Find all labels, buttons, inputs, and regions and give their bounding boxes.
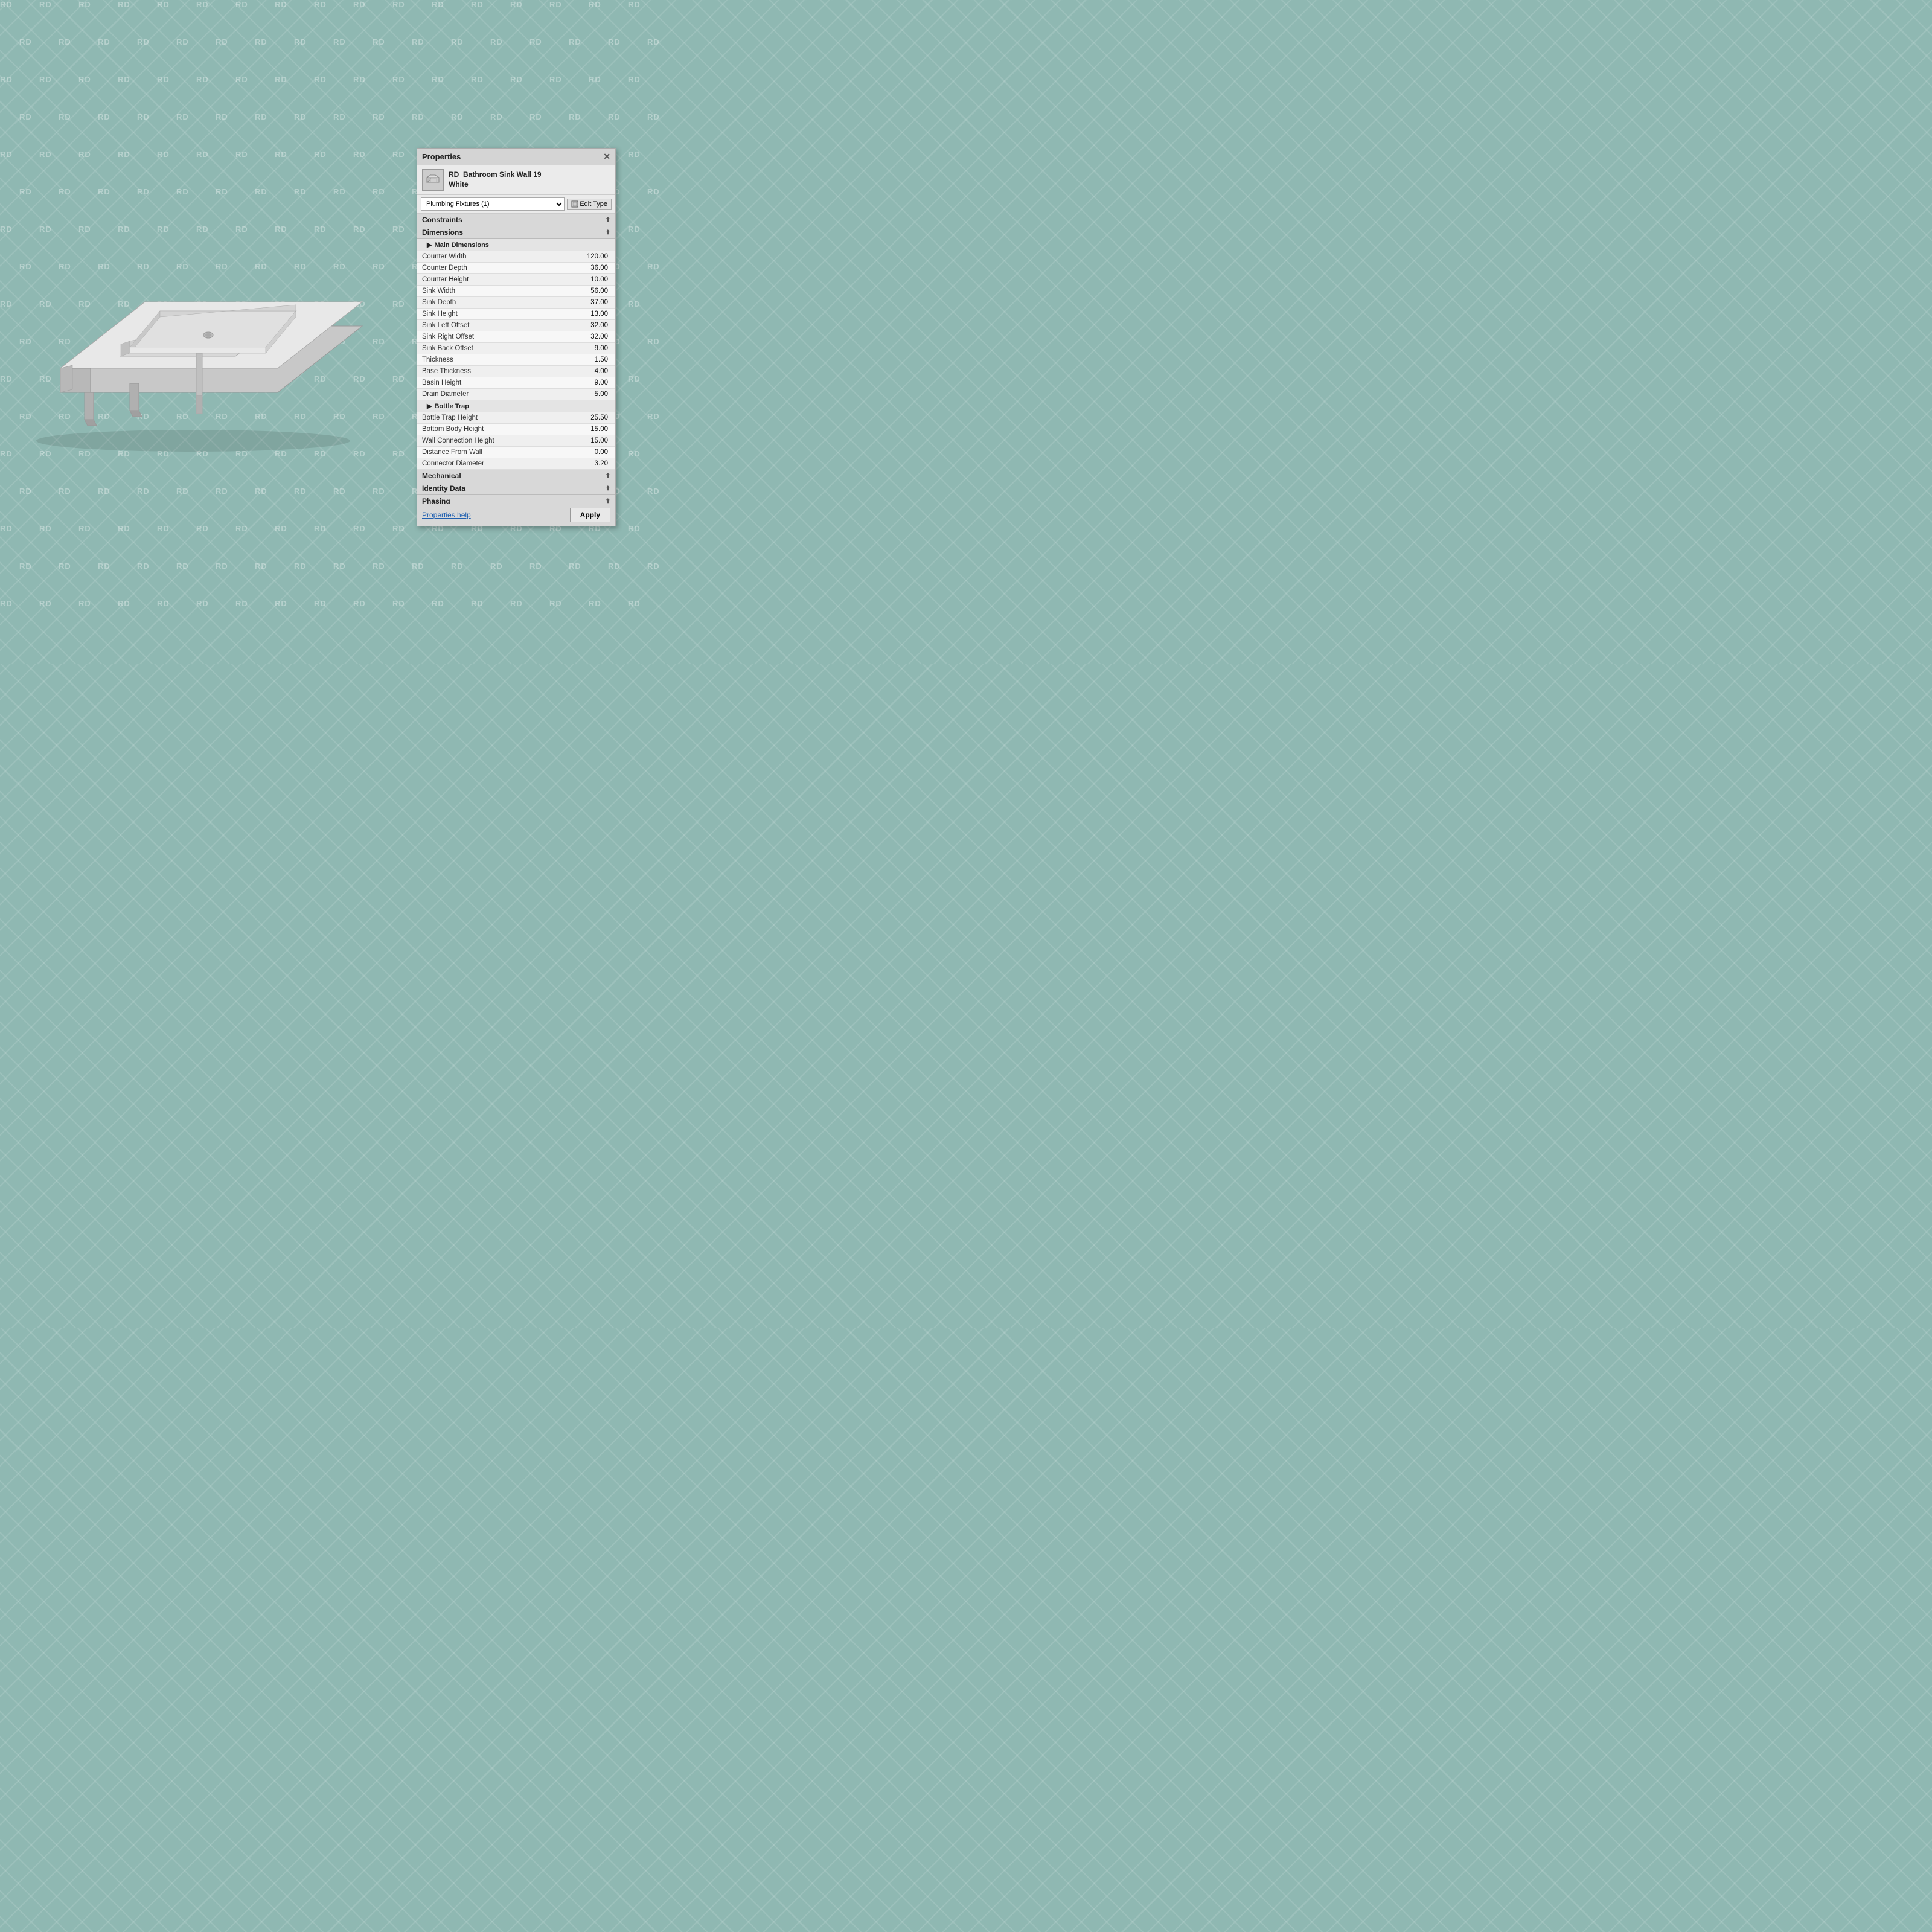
apply-button[interactable]: Apply — [570, 508, 610, 522]
close-button[interactable]: ✕ — [603, 152, 610, 162]
collapse-dimensions-icon: ⬆ — [606, 229, 610, 236]
table-row: Sink Back Offset 9.00 — [417, 343, 615, 354]
prop-name: Sink Back Offset — [417, 343, 536, 354]
prop-name: Counter Height — [417, 274, 536, 286]
prop-name: Sink Right Offset — [417, 331, 536, 343]
prop-value[interactable]: 32.00 — [536, 331, 615, 343]
object-name: RD_Bathroom Sink Wall 19 — [449, 170, 542, 180]
table-row: Bottle Trap Height 25.50 — [417, 412, 615, 424]
prop-name: Bottom Body Height — [417, 424, 536, 435]
prop-value[interactable]: 120.00 — [536, 251, 615, 263]
prop-value[interactable]: 13.00 — [536, 309, 615, 320]
prop-value[interactable]: 36.00 — [536, 263, 615, 274]
properties-help-link[interactable]: Properties help — [422, 511, 471, 519]
table-row: Counter Width 120.00 — [417, 251, 615, 263]
panel-footer: Properties help Apply — [417, 504, 615, 526]
subsection-main-dimensions[interactable]: ▶ Main Dimensions — [417, 239, 615, 251]
panel-titlebar: Properties ✕ — [417, 149, 615, 165]
prop-value[interactable]: 5.00 — [536, 389, 615, 400]
prop-value[interactable]: 32.00 — [536, 320, 615, 331]
section-constraints[interactable]: Constraints ⬆ — [417, 214, 615, 226]
prop-name: Counter Width — [417, 251, 536, 263]
prop-value[interactable]: 56.00 — [536, 286, 615, 297]
prop-value[interactable]: 15.00 — [536, 424, 615, 435]
prop-name: Basin Height — [417, 377, 536, 389]
prop-name: Sink Left Offset — [417, 320, 536, 331]
collapse-phasing-icon: ⬆ — [606, 498, 610, 504]
panel-header: RD_Bathroom Sink Wall 19 White — [417, 165, 615, 195]
table-row: Bottom Body Height 15.00 — [417, 424, 615, 435]
object-subname: White — [449, 180, 542, 190]
prop-name: Bottle Trap Height — [417, 412, 536, 424]
section-identity-data[interactable]: Identity Data ⬆ — [417, 482, 615, 495]
section-dimensions[interactable]: Dimensions ⬆ — [417, 226, 615, 239]
properties-table: Counter Width 120.00 Counter Depth 36.00… — [417, 251, 615, 400]
panel-dropdown-row: Plumbing Fixtures (1) Edit Type — [417, 195, 615, 214]
prop-value[interactable]: 4.00 — [536, 366, 615, 377]
prop-value[interactable]: 3.20 — [536, 458, 615, 470]
prop-name: Connector Diameter — [417, 458, 536, 470]
panel-scroll-area[interactable]: Constraints ⬆ Dimensions ⬆ ▶ Main Dimens… — [417, 214, 615, 504]
table-row: Connector Diameter 3.20 — [417, 458, 615, 470]
table-row: Base Thickness 4.00 — [417, 366, 615, 377]
table-row: Counter Depth 36.00 — [417, 263, 615, 274]
prop-name: Sink Height — [417, 309, 536, 320]
prop-name: Sink Depth — [417, 297, 536, 309]
prop-value[interactable]: 9.00 — [536, 343, 615, 354]
prop-name: Base Thickness — [417, 366, 536, 377]
table-row: Drain Diameter 5.00 — [417, 389, 615, 400]
collapse-mechanical-icon: ⬆ — [606, 473, 610, 479]
section-phasing[interactable]: Phasing ⬆ — [417, 495, 615, 504]
prop-name: Wall Connection Height — [417, 435, 536, 447]
subsection-bottle-trap[interactable]: ▶ Bottle Trap — [417, 400, 615, 412]
properties-panel: Properties ✕ RD_Bathroom Sink Wall 19 Wh… — [417, 148, 616, 526]
prop-name: Distance From Wall — [417, 447, 536, 458]
collapse-identity-icon: ⬆ — [606, 485, 610, 492]
collapse-constraints-icon: ⬆ — [606, 217, 610, 223]
table-row: Distance From Wall 0.00 — [417, 447, 615, 458]
prop-name: Thickness — [417, 354, 536, 366]
table-row: Wall Connection Height 15.00 — [417, 435, 615, 447]
prop-name: Counter Depth — [417, 263, 536, 274]
edit-type-button[interactable]: Edit Type — [567, 199, 612, 210]
bottle-trap-table: Bottle Trap Height 25.50 Bottom Body Hei… — [417, 412, 615, 470]
prop-value: 25.50 — [536, 412, 615, 424]
expand-icon: ▶ — [427, 241, 432, 249]
table-row: Sink Depth 37.00 — [417, 297, 615, 309]
expand-bottle-trap-icon: ▶ — [427, 402, 432, 410]
sink-illustration — [24, 205, 398, 459]
prop-name: Drain Diameter — [417, 389, 536, 400]
prop-value: 9.00 — [536, 377, 615, 389]
panel-title: Properties — [422, 152, 461, 161]
prop-value[interactable]: 15.00 — [536, 435, 615, 447]
table-row: Thickness 1.50 — [417, 354, 615, 366]
table-row: Sink Height 13.00 — [417, 309, 615, 320]
object-icon — [422, 169, 444, 191]
prop-value[interactable]: 0.00 — [536, 447, 615, 458]
prop-value[interactable]: 37.00 — [536, 297, 615, 309]
section-mechanical[interactable]: Mechanical ⬆ — [417, 470, 615, 482]
table-row: Counter Height 10.00 — [417, 274, 615, 286]
table-row: Sink Left Offset 32.00 — [417, 320, 615, 331]
table-row: Sink Width 56.00 — [417, 286, 615, 297]
prop-value[interactable]: 10.00 — [536, 274, 615, 286]
table-row: Sink Right Offset 32.00 — [417, 331, 615, 343]
category-dropdown[interactable]: Plumbing Fixtures (1) — [421, 197, 565, 211]
prop-value[interactable]: 1.50 — [536, 354, 615, 366]
prop-name: Sink Width — [417, 286, 536, 297]
table-row: Basin Height 9.00 — [417, 377, 615, 389]
